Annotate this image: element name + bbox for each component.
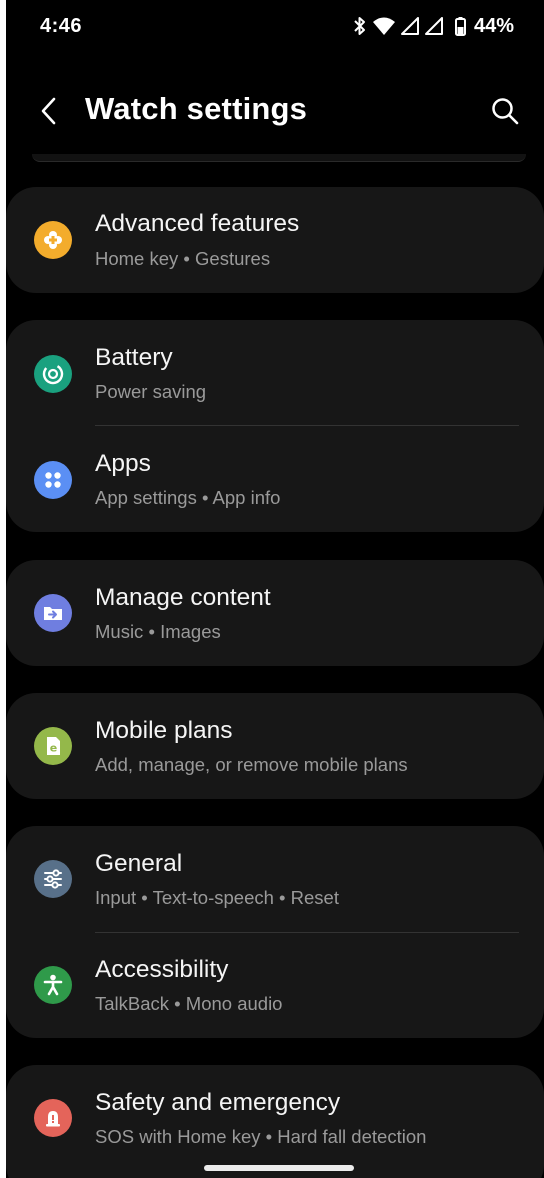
status-icons: 44% <box>353 13 514 39</box>
item-title: Safety and emergency <box>95 1089 341 1116</box>
advanced-features-icon <box>34 221 72 259</box>
settings-item-mobile-plans[interactable]: e Mobile plans Add, manage, or remove mo… <box>6 693 544 799</box>
search-icon[interactable] <box>490 96 520 126</box>
status-time: 4:46 <box>40 15 83 37</box>
signal-icon-1 <box>400 17 419 35</box>
item-title: Apps <box>95 450 151 477</box>
settings-item-safety-and-emergency[interactable]: Safety and emergency SOS with Home key •… <box>6 1065 544 1171</box>
item-subtitle: Home key • Gestures <box>95 248 271 269</box>
item-title: Accessibility <box>95 956 229 983</box>
phone-screen: 4:46 44% Watch settings Advanced feature… <box>6 0 544 1178</box>
mobile-plans-icon: e <box>34 727 72 765</box>
bluetooth-icon <box>354 17 365 35</box>
item-subtitle: Add, manage, or remove mobile plans <box>95 754 408 775</box>
settings-card-mobile-plans: e Mobile plans Add, manage, or remove mo… <box>6 693 544 799</box>
settings-card-advanced: Advanced features Home key • Gestures <box>6 187 544 293</box>
settings-item-battery[interactable]: Battery Power saving <box>6 320 544 426</box>
status-bar: 4:46 44% <box>6 0 544 52</box>
item-subtitle: Input • Text-to-speech • Reset <box>95 887 339 908</box>
item-title: General <box>95 850 183 877</box>
signal-icon-2 <box>424 17 443 35</box>
item-subtitle: SOS with Home key • Hard fall detection <box>95 1126 427 1147</box>
item-subtitle: TalkBack • Mono audio <box>95 993 283 1014</box>
settings-item-accessibility[interactable]: Accessibility TalkBack • Mono audio <box>6 932 544 1038</box>
app-header: Watch settings <box>6 80 544 142</box>
battery-icon <box>34 355 72 393</box>
settings-item-apps[interactable]: Apps App settings • App info <box>6 426 544 532</box>
back-arrow-icon[interactable] <box>34 94 66 128</box>
safety-icon <box>34 1099 72 1137</box>
settings-card-battery-apps: Battery Power saving Apps App settings •… <box>6 320 544 532</box>
settings-card-general-accessibility: General Input • Text-to-speech • Reset A… <box>6 826 544 1038</box>
gesture-navigation-bar[interactable] <box>204 1165 354 1171</box>
item-title: Battery <box>95 344 173 371</box>
settings-card-safety: Safety and emergency SOS with Home key •… <box>6 1065 544 1178</box>
general-icon <box>34 860 72 898</box>
scroll-edge-indicator <box>32 154 526 162</box>
item-title: Mobile plans <box>95 717 233 744</box>
manage-content-icon <box>34 594 72 632</box>
item-subtitle: App settings • App info <box>95 487 281 508</box>
apps-icon <box>34 461 72 499</box>
accessibility-icon <box>34 966 72 1004</box>
settings-item-advanced-features[interactable]: Advanced features Home key • Gestures <box>6 187 544 293</box>
settings-item-manage-content[interactable]: Manage content Music • Images <box>6 560 544 666</box>
item-title: Advanced features <box>95 210 300 237</box>
svg-text:e: e <box>50 742 57 755</box>
item-subtitle: Music • Images <box>95 621 221 642</box>
item-title: Manage content <box>95 584 271 611</box>
battery-percent: 44% <box>473 14 514 37</box>
item-subtitle: Power saving <box>95 381 207 402</box>
battery-status-icon <box>454 16 466 36</box>
settings-card-manage-content: Manage content Music • Images <box>6 560 544 666</box>
settings-item-general[interactable]: General Input • Text-to-speech • Reset <box>6 826 544 932</box>
wifi-icon <box>372 17 395 35</box>
page-title: Watch settings <box>85 91 308 126</box>
